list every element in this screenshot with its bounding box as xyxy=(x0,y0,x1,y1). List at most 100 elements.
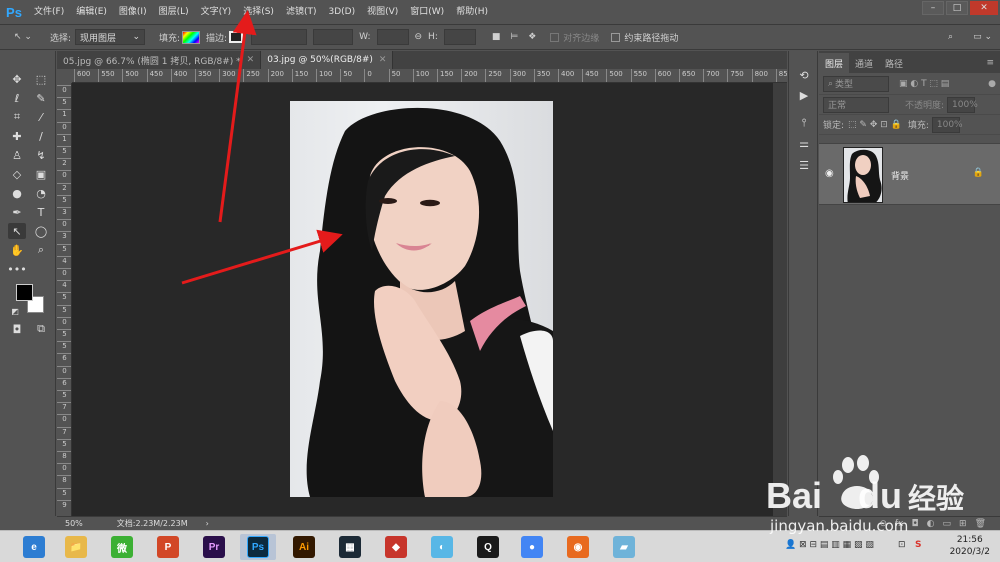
premiere-app[interactable]: Pr xyxy=(196,534,232,560)
type-tool-icon[interactable]: T xyxy=(32,204,50,220)
photoshop-app[interactable]: Ps xyxy=(240,534,276,560)
lock-icons[interactable]: ⬚ ✎ ✥ ⊡ 🔒 xyxy=(848,120,902,130)
path-operations-icon[interactable]: ■ xyxy=(492,32,501,42)
canvas[interactable] xyxy=(73,83,773,516)
trash-icon[interactable]: 🗑 xyxy=(975,519,986,529)
minimize-button[interactable]: – xyxy=(922,1,944,15)
stroke-swatch[interactable] xyxy=(229,31,244,43)
bird-app[interactable]: ◐ xyxy=(424,534,460,560)
blend-mode-dropdown[interactable]: 正常 xyxy=(823,96,889,113)
menu-item[interactable]: 视图(V) xyxy=(361,0,404,24)
brush-tool-icon[interactable]: / xyxy=(32,128,50,144)
menu-item[interactable]: 帮助(H) xyxy=(450,0,494,24)
properties-icon[interactable]: ☰ xyxy=(796,157,812,173)
opacity-field[interactable]: 100% xyxy=(947,96,978,113)
path-selection-tool-icon[interactable]: ↖ ⌄ xyxy=(14,32,32,42)
history-brush-tool-icon[interactable]: ↯ xyxy=(32,147,50,163)
menu-item[interactable]: 选择(S) xyxy=(237,0,280,24)
menu-item[interactable]: 滤镜(T) xyxy=(280,0,323,24)
kind-filter-dropdown[interactable]: ⌕ 类型 xyxy=(823,75,889,92)
tab-03-jpg[interactable]: 03.jpg @ 50%(RGB/8#) ✕ xyxy=(261,51,394,69)
healing-brush-tool-icon[interactable]: ✚ xyxy=(8,128,26,144)
sogou-icon[interactable]: S xyxy=(915,540,921,550)
clone-stamp-tool-icon[interactable]: ♙ xyxy=(8,147,26,163)
quick-selection-tool-icon[interactable]: ✎ xyxy=(32,90,50,106)
select-dropdown[interactable]: 现用图层 ⌄ xyxy=(75,29,145,45)
qq-app[interactable]: Q xyxy=(470,534,506,560)
close-icon[interactable]: ✕ xyxy=(379,55,387,65)
filter-icons[interactable]: ▣ ◐ T ⬚ ▤ xyxy=(899,79,949,89)
tray-icons[interactable]: 👤 ⊠ ⊟ ▤ ▥ ▦ ▧ ▨ xyxy=(785,540,874,550)
blur-tool-icon[interactable]: ● xyxy=(8,185,26,201)
vertical-ruler[interactable]: 05101520253035404550556065707580859 xyxy=(57,83,72,516)
panel-menu-icon[interactable]: ≡ xyxy=(980,53,1000,73)
browser-app[interactable]: e xyxy=(16,534,52,560)
history-icon[interactable]: ⟲ xyxy=(796,67,812,83)
stroke-type-dropdown[interactable] xyxy=(313,29,354,45)
fill-field[interactable]: 100% xyxy=(931,116,963,133)
horizontal-ruler[interactable]: 600 550 500 450 400 350 300 250 200 150 100 50 0 50 10… xyxy=(72,69,787,83)
clock[interactable]: 21:56 2020/3/2 xyxy=(950,534,990,558)
height-field[interactable] xyxy=(443,29,476,45)
menu-item[interactable]: 图像(I) xyxy=(113,0,153,24)
align-edges-checkbox[interactable]: 对齐边缘 xyxy=(550,31,599,44)
menu-item[interactable]: 窗口(W) xyxy=(404,0,450,24)
tab-05-jpg[interactable]: 05.jpg @ 66.7% (椭圆 1 拷贝, RGB/8#) * ✕ xyxy=(57,51,262,69)
filter-toggle-icon[interactable]: ● xyxy=(988,79,996,89)
red-app[interactable]: ◆ xyxy=(378,534,414,560)
menu-item[interactable]: 文字(Y) xyxy=(195,0,238,24)
quick-mask-icon[interactable]: ◘ xyxy=(8,321,26,337)
mask-icon[interactable]: ◘ xyxy=(912,519,919,529)
orange-app[interactable]: ◉ xyxy=(560,534,596,560)
menu-item[interactable]: 3D(D) xyxy=(322,0,361,24)
eraser-tool-icon[interactable]: ◇ xyxy=(8,166,26,182)
actions-play-icon[interactable]: ▶ xyxy=(796,87,812,103)
adjustment-icon[interactable]: ◐ xyxy=(927,519,935,529)
layer-style-icon[interactable]: fx xyxy=(895,519,904,529)
crop-tool-icon[interactable]: ⌗ xyxy=(8,109,26,125)
wechat-app[interactable]: 微 xyxy=(104,534,140,560)
eyedropper-tool-icon[interactable]: ⁄ xyxy=(32,109,50,125)
link-icon[interactable]: ⊖ xyxy=(415,32,423,42)
width-field[interactable] xyxy=(376,29,409,45)
move-tool-icon[interactable]: ✥ xyxy=(8,71,26,87)
illustrator-app[interactable]: Ai xyxy=(286,534,322,560)
clone-source-icon[interactable]: ⚌ xyxy=(796,135,812,151)
new-layer-icon[interactable]: ⊞ xyxy=(959,519,967,529)
constrain-path-checkbox[interactable]: 约束路径拖动 xyxy=(611,31,678,44)
menu-item[interactable]: 图层(L) xyxy=(153,0,195,24)
hand-tool-icon[interactable]: ✋ xyxy=(8,242,26,258)
layer-row-background[interactable]: ◉ 背景 🔒 xyxy=(819,143,1000,205)
path-alignment-icon[interactable]: ⊨ xyxy=(510,32,518,42)
zoom-level[interactable]: 50% xyxy=(65,519,83,528)
menu-item[interactable]: 文件(F) xyxy=(28,0,70,24)
eye-icon[interactable]: ◉ xyxy=(825,168,834,179)
more-tools-icon[interactable]: ••• xyxy=(7,261,26,277)
dodge-tool-icon[interactable]: ◔ xyxy=(32,185,50,201)
close-icon[interactable]: ✕ xyxy=(247,55,255,65)
status-menu-arrow[interactable]: › xyxy=(206,519,209,528)
default-colors-icon[interactable]: ◩ xyxy=(10,303,20,319)
video-app[interactable]: ▦ xyxy=(332,534,368,560)
gradient-tool-icon[interactable]: ▣ xyxy=(32,166,50,182)
tray-input-icon[interactable]: ⊡ xyxy=(898,540,906,550)
ellipse-tool-icon[interactable]: ◯ xyxy=(32,223,50,239)
marquee-tool-icon[interactable]: ⬚ xyxy=(32,71,50,87)
brush-panel-icon[interactable]: ⫯ xyxy=(796,115,812,131)
link-layers-icon[interactable]: ⊖ xyxy=(879,519,887,529)
blue-app[interactable]: ▰ xyxy=(606,534,642,560)
foreground-color-swatch[interactable] xyxy=(16,284,33,301)
maximize-button[interactable]: □ xyxy=(946,1,968,15)
vertical-scrollbar[interactable] xyxy=(773,83,787,516)
close-button[interactable]: ✕ xyxy=(970,1,998,15)
path-arrangement-icon[interactable]: ❖ xyxy=(528,32,536,42)
path-selection-tool-icon[interactable]: ↖ xyxy=(8,223,26,239)
chrome-app[interactable]: ● xyxy=(514,534,550,560)
zoom-tool-icon[interactable]: ⌕ xyxy=(32,242,50,258)
menu-item[interactable]: 编辑(E) xyxy=(70,0,113,24)
tab-layers[interactable]: 图层 xyxy=(819,53,850,73)
pen-tool-icon[interactable]: ✒ xyxy=(8,204,26,220)
stroke-width-field[interactable] xyxy=(251,29,308,45)
tab-paths[interactable]: 路径 xyxy=(879,53,909,73)
group-icon[interactable]: ▭ xyxy=(943,519,952,529)
